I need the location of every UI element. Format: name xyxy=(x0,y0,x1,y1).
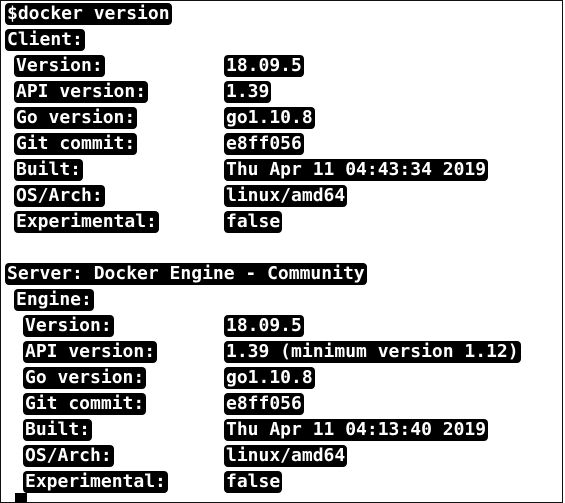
row-key: OS/Arch: xyxy=(14,185,105,207)
row-key: API version: xyxy=(14,81,149,103)
row-value: go1.10.8 xyxy=(224,367,315,389)
row-key: Built: xyxy=(14,159,84,181)
server-heading: Server: Docker Engine - Community xyxy=(5,263,367,285)
row-value: linux/amd64 xyxy=(224,445,348,467)
row-value: linux/amd64 xyxy=(224,185,348,207)
output-row: Go version: go1.10.8 xyxy=(1,367,562,391)
client-heading: Client: xyxy=(5,29,85,51)
output-row: Built: Thu Apr 11 04:13:40 2019 xyxy=(1,419,562,443)
server-heading-line: Server: Docker Engine - Community xyxy=(1,263,562,287)
row-key: API version: xyxy=(23,341,158,363)
output-row: Version: 18.09.5 xyxy=(1,315,562,339)
row-key: Go version: xyxy=(23,367,147,389)
row-value: false xyxy=(224,471,283,493)
output-row: OS/Arch: linux/amd64 xyxy=(1,445,562,469)
output-row: API version: 1.39 (minimum version 1.12) xyxy=(1,341,562,365)
row-key: Git commit: xyxy=(14,133,138,155)
output-row: Git commit: e8ff056 xyxy=(1,133,562,157)
row-key: Go version: xyxy=(14,107,138,129)
terminal-window[interactable]: $docker version Client: Version: 18.09.5… xyxy=(0,0,563,503)
output-row: Experimental: false xyxy=(1,471,562,495)
output-row: API version: 1.39 xyxy=(1,81,562,105)
command-text: $docker version xyxy=(5,3,172,25)
row-key: Experimental: xyxy=(14,211,159,233)
row-value: 18.09.5 xyxy=(224,315,304,337)
output-row: Experimental: false xyxy=(1,211,562,235)
output-row: Built: Thu Apr 11 04:43:34 2019 xyxy=(1,159,562,183)
terminal-cursor xyxy=(15,493,27,503)
output-row: Git commit: e8ff056 xyxy=(1,393,562,417)
row-value: e8ff056 xyxy=(224,393,304,415)
row-value: Thu Apr 11 04:13:40 2019 xyxy=(224,419,489,441)
command-line: $docker version xyxy=(1,3,562,27)
row-key: OS/Arch: xyxy=(23,445,114,467)
row-value: Thu Apr 11 04:43:34 2019 xyxy=(224,159,489,181)
row-value: 18.09.5 xyxy=(224,55,304,77)
row-key: Version: xyxy=(14,55,105,77)
row-value: 1.39 (minimum version 1.12) xyxy=(224,341,521,363)
row-value: e8ff056 xyxy=(224,133,304,155)
output-row: Version: 18.09.5 xyxy=(1,55,562,79)
row-key: Experimental: xyxy=(23,471,168,493)
client-heading-line: Client: xyxy=(1,29,562,53)
engine-heading: Engine: xyxy=(14,289,94,311)
output-row: Go version: go1.10.8 xyxy=(1,107,562,131)
row-key: Built: xyxy=(23,419,93,441)
engine-heading-line: Engine: xyxy=(1,289,562,313)
output-row: OS/Arch: linux/amd64 xyxy=(1,185,562,209)
row-value: go1.10.8 xyxy=(224,107,315,129)
row-key: Version: xyxy=(23,315,114,337)
row-value: false xyxy=(224,211,283,233)
row-key: Git commit: xyxy=(23,393,147,415)
row-value: 1.39 xyxy=(224,81,272,103)
